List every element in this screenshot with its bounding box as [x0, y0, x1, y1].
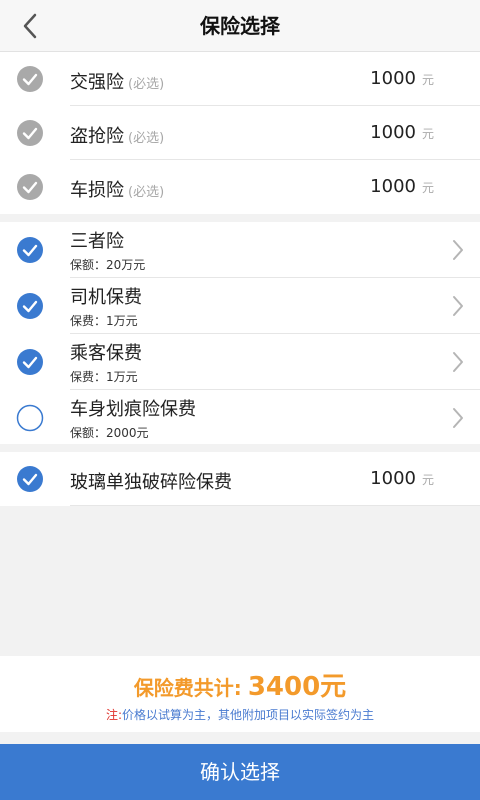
checkmark-circle-icon — [17, 66, 43, 92]
checkmark-circle-icon[interactable] — [16, 465, 44, 493]
insurance-row-jiaoqiang: 交强险 (必选) 1000 元 — [0, 52, 480, 106]
checkmark-circle-icon[interactable] — [16, 292, 44, 320]
insurance-name: 三者险 — [70, 231, 124, 252]
insurance-row-huahen[interactable]: 车身划痕险保费 保额：2000元 — [0, 390, 480, 446]
insurance-row-chesun: 车损险 (必选) 1000 元 — [0, 160, 480, 214]
row-divider — [70, 505, 480, 506]
insurance-row-glass[interactable]: 玻璃单独破碎险保费 1000 元 — [0, 452, 480, 506]
insurance-coverage: 保额：20万元 — [70, 258, 146, 272]
insurance-row-sanzhe[interactable]: 三者险 保额：20万元 — [0, 222, 480, 278]
insurance-name: 乘客保费 — [70, 343, 142, 364]
chevron-right-icon[interactable] — [450, 238, 466, 262]
insurance-name: 交强险 (必选) — [70, 72, 165, 93]
premium-summary: 保险费共计: 3400元 注:价格以试算为主，其他附加项目以实际签约为主 — [0, 656, 480, 732]
empty-circle-icon[interactable] — [16, 404, 44, 432]
insurance-coverage: 保费：1万元 — [70, 314, 138, 328]
checkmark-circle-icon[interactable] — [16, 236, 44, 264]
chevron-right-icon[interactable] — [450, 294, 466, 318]
price-note: 注:价格以试算为主，其他附加项目以实际签约为主 — [105, 708, 375, 722]
checkmark-circle-icon[interactable] — [16, 348, 44, 376]
insurance-row-daoqiang: 盗抢险 (必选) 1000 元 — [0, 106, 480, 160]
confirm-button[interactable]: 确认选择 — [0, 744, 480, 800]
insurance-row-chengke[interactable]: 乘客保费 保费：1万元 — [0, 334, 480, 390]
checkmark-circle-icon — [17, 120, 43, 146]
glass-insurance-list: 玻璃单独破碎险保费 1000 元 — [0, 452, 480, 506]
insurance-price: 1000 元 — [370, 176, 434, 197]
insurance-price: 1000 元 — [370, 68, 434, 89]
insurance-name: 车损险 (必选) — [70, 180, 165, 201]
chevron-right-icon[interactable] — [450, 406, 466, 430]
insurance-coverage: 保额：2000元 — [70, 426, 149, 440]
checkmark-circle-icon — [17, 174, 43, 200]
insurance-coverage: 保费：1万元 — [70, 370, 138, 384]
required-insurance-list: 交强险 (必选) 1000 元 盗抢险 (必选) 1000 元 车损险 (必选) 1000… — [0, 52, 480, 214]
insurance-name: 盗抢险 (必选) — [70, 126, 165, 147]
insurance-name: 车身划痕险保费 — [70, 399, 196, 420]
optional-insurance-list: 三者险 保额：20万元 司机保费 保费：1万元 乘客保费 保费：1万元 车身划痕… — [0, 222, 480, 444]
insurance-price: 1000 元 — [370, 122, 434, 143]
chevron-right-icon[interactable] — [450, 350, 466, 374]
insurance-price: 1000 元 — [370, 468, 434, 489]
page-title: 保险选择 — [200, 14, 280, 38]
insurance-name: 司机保费 — [70, 287, 142, 308]
insurance-row-siji[interactable]: 司机保费 保费：1万元 — [0, 278, 480, 334]
nav-bar: 保险选择 — [0, 0, 480, 52]
insurance-name: 玻璃单独破碎险保费 — [70, 472, 232, 493]
total-premium: 保险费共计: 3400元 — [133, 672, 347, 702]
